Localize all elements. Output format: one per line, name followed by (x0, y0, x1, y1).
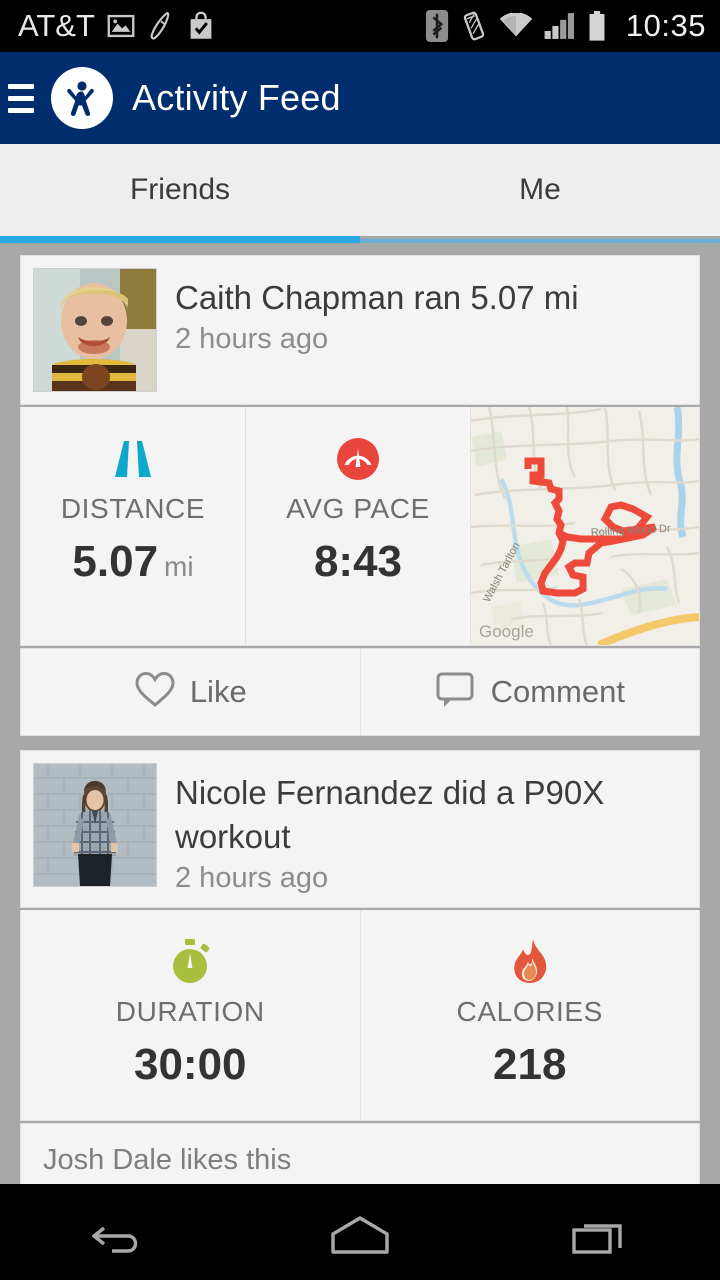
stats-row: DURATION 30:00 CALORIES 218 (20, 910, 700, 1121)
tab-inactive-underline (360, 239, 720, 243)
stat-number: 5.07 (72, 537, 159, 586)
stopwatch-icon (167, 938, 213, 986)
activity-time: 2 hours ago (175, 862, 329, 894)
back-icon[interactable] (55, 1201, 185, 1271)
carrier-label: AT&T (18, 8, 95, 43)
stat-number: 8:43 (313, 537, 403, 586)
stat-label: CALORIES (456, 996, 603, 1027)
avatar[interactable] (33, 268, 157, 392)
stat-unit: mi (164, 551, 194, 582)
card-header-text: Caith Chapman ran 5.07 mi 2 hours ago (157, 268, 579, 356)
clock-label: 10:35 (625, 8, 706, 43)
bluetooth-icon (425, 10, 449, 42)
android-nav-bar (0, 1184, 720, 1280)
stat-label: DURATION (115, 996, 265, 1027)
jumping-person-logo[interactable] (51, 67, 113, 129)
stat-duration: DURATION 30:00 (21, 910, 361, 1120)
recents-icon[interactable] (535, 1201, 665, 1271)
tab-me[interactable]: Me (360, 144, 720, 236)
stat-calories: CALORIES 218 (361, 910, 700, 1120)
wifi-icon (499, 13, 533, 39)
card-header[interactable]: Nicole Fernandez did a P90X workout 2 ho… (20, 750, 700, 908)
comment-bubble-icon (435, 671, 477, 714)
tab-friends[interactable]: Friends (0, 144, 360, 236)
route-map-thumbnail[interactable]: Rolling Wood Dr Walsh Tarlton Google (471, 407, 699, 645)
shopping-bag-check-icon (187, 11, 215, 41)
activity-time: 2 hours ago (175, 323, 329, 355)
activity-feed[interactable]: Caith Chapman ran 5.07 mi 2 hours ago DI… (0, 243, 720, 1184)
stat-value: 30:00 (134, 1040, 247, 1090)
tab-friends-label: Friends (129, 173, 231, 206)
avatar[interactable] (33, 763, 157, 887)
stat-value: 8:43 (314, 537, 402, 587)
tab-underline-row (0, 236, 720, 243)
stat-label: AVG PACE (286, 493, 430, 524)
tab-bar-wrapper: Friends Me (0, 144, 720, 243)
stat-value: 218 (493, 1040, 566, 1090)
app-header: Activity Feed (0, 52, 720, 144)
likes-summary: Josh Dale likes this (20, 1123, 700, 1184)
page-title: Activity Feed (132, 77, 341, 118)
activity-card[interactable]: Caith Chapman ran 5.07 mi 2 hours ago DI… (20, 255, 700, 736)
stat-distance: DISTANCE 5.07 mi (21, 407, 246, 645)
stat-value: 5.07 mi (72, 537, 193, 587)
stat-number: 30:00 (133, 1040, 247, 1089)
road-icon (111, 435, 155, 483)
flame-icon (509, 938, 551, 986)
vibrate-icon (460, 11, 488, 41)
like-label: Like (189, 674, 247, 709)
activity-title: Nicole Fernandez did a P90X workout (175, 774, 605, 855)
tab-bar: Friends Me (0, 144, 720, 236)
hamburger-menu-icon[interactable] (6, 79, 40, 117)
status-bar-right: 10:35 (425, 8, 706, 44)
battery-icon (587, 11, 607, 41)
card-header[interactable]: Caith Chapman ran 5.07 mi 2 hours ago (20, 255, 700, 405)
cell-signal-icon (544, 12, 576, 40)
stat-avg-pace: AVG PACE 8:43 (246, 407, 471, 645)
stats-row: DISTANCE 5.07 mi AVG PACE 8:43 Rolling W… (20, 407, 700, 646)
speedometer-icon (336, 435, 380, 483)
activity-title: Caith Chapman ran 5.07 mi (175, 279, 579, 316)
card-actions: Like Comment (20, 648, 700, 736)
heart-icon (134, 671, 176, 714)
home-icon[interactable] (295, 1201, 425, 1271)
comment-button[interactable]: Comment (361, 649, 700, 735)
pen-icon (147, 11, 175, 41)
tab-active-underline (0, 236, 360, 243)
activity-card[interactable]: Nicole Fernandez did a P90X workout 2 ho… (20, 750, 700, 1184)
stat-label: DISTANCE (60, 493, 206, 524)
tab-me-label: Me (519, 173, 561, 206)
card-header-text: Nicole Fernandez did a P90X workout 2 ho… (157, 763, 687, 895)
status-bar: AT&T 10:35 (0, 0, 720, 52)
photo-icon (107, 12, 135, 40)
svg-text:Google: Google (479, 622, 534, 641)
comment-label: Comment (490, 674, 625, 709)
stat-number: 218 (493, 1040, 567, 1089)
like-button[interactable]: Like (21, 649, 361, 735)
status-bar-left: AT&T (18, 8, 215, 44)
